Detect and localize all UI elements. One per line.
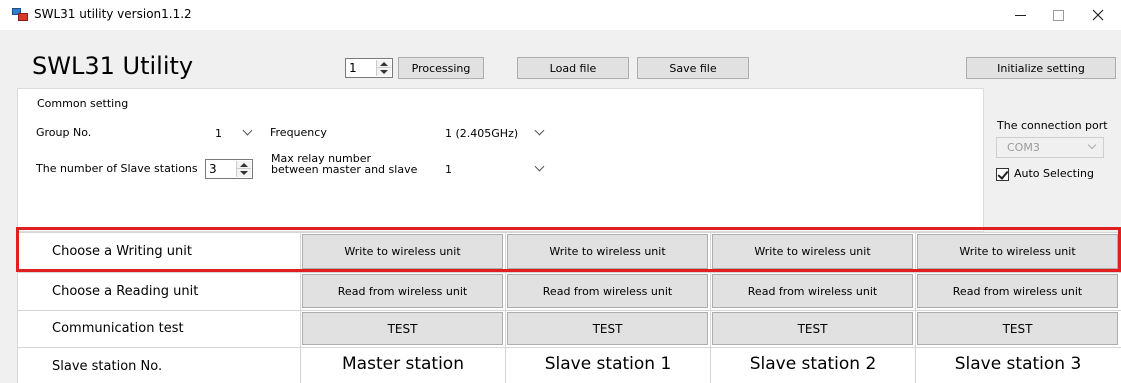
test-button-slave2[interactable]: TEST <box>712 312 913 345</box>
station-name-slave3: Slave station 3 <box>954 354 1082 374</box>
max-relay-value: 1 <box>445 163 452 176</box>
minimize-icon[interactable] <box>1000 3 1040 27</box>
initialize-setting-button[interactable]: Initialize setting <box>966 57 1116 79</box>
maximize-icon[interactable] <box>1038 3 1078 27</box>
connection-port-value: COM3 <box>1007 141 1040 154</box>
unit-number-spinner[interactable]: 1 <box>345 58 393 78</box>
row-separator <box>17 272 1121 273</box>
group-no-label: Group No. <box>36 126 92 139</box>
read-button-slave1[interactable]: Read from wireless unit <box>507 274 708 308</box>
read-button-master[interactable]: Read from wireless unit <box>302 274 503 308</box>
station-row-label: Slave station No. <box>52 359 163 374</box>
frequency-dropdown[interactable]: 1 (2.405GHz) <box>440 123 550 143</box>
test-button-master[interactable]: TEST <box>302 312 503 345</box>
read-row-label: Choose a Reading unit <box>52 284 199 299</box>
write-button-slave1[interactable]: Write to wireless unit <box>507 234 708 269</box>
test-button-slave1[interactable]: TEST <box>507 312 708 345</box>
read-button-slave3[interactable]: Read from wireless unit <box>917 274 1118 308</box>
group-no-value: 1 <box>215 127 222 140</box>
auto-selecting-checkbox[interactable] <box>996 168 1009 181</box>
test-button-slave3[interactable]: TEST <box>917 312 1118 345</box>
window-title: SWL31 utility version1.1.2 <box>34 7 192 21</box>
app-title: SWL31 Utility <box>32 52 194 80</box>
frequency-label: Frequency <box>270 126 327 139</box>
station-name-slave2: Slave station 2 <box>749 354 877 374</box>
auto-selecting-label: Auto Selecting <box>1014 167 1094 180</box>
spinner-arrows-icon[interactable] <box>236 161 251 177</box>
write-button-slave3[interactable]: Write to wireless unit <box>917 234 1118 269</box>
load-file-button[interactable]: Load file <box>517 57 629 79</box>
checkmark-icon <box>997 168 1009 180</box>
chevron-down-icon <box>534 125 545 136</box>
slave-count-label: The number of Slave stations <box>36 162 198 175</box>
spinner-arrows-icon[interactable] <box>376 60 391 76</box>
station-name-slave1: Slave station 1 <box>544 354 672 374</box>
chevron-down-icon <box>1087 140 1097 150</box>
station-name-master: Master station <box>342 354 464 374</box>
max-relay-label-line2: between master and slave <box>271 163 418 176</box>
chevron-down-icon <box>534 161 545 172</box>
app-icon <box>12 8 28 21</box>
row-separator <box>17 347 1121 348</box>
row-separator <box>17 232 1121 233</box>
frequency-value: 1 (2.405GHz) <box>445 127 519 140</box>
slave-count-spinner[interactable]: 3 <box>205 159 253 179</box>
row-separator <box>17 310 1121 311</box>
group-no-dropdown[interactable]: 1 <box>210 123 258 143</box>
grid-border <box>17 232 18 383</box>
connection-port-dropdown[interactable]: COM3 <box>996 137 1104 158</box>
max-relay-label: Max relay number between master and slav… <box>271 153 417 175</box>
save-file-button[interactable]: Save file <box>637 57 749 79</box>
connection-port-label: The connection port <box>997 119 1108 132</box>
chevron-down-icon <box>242 125 253 136</box>
unit-number-value: 1 <box>349 61 357 75</box>
write-button-slave2[interactable]: Write to wireless unit <box>712 234 913 269</box>
read-button-slave2[interactable]: Read from wireless unit <box>712 274 913 308</box>
common-setting-title: Common setting <box>35 97 131 110</box>
test-row-label: Communication test <box>52 321 184 336</box>
processing-button[interactable]: Processing <box>398 57 484 79</box>
close-icon[interactable] <box>1078 3 1118 27</box>
slave-count-value: 3 <box>209 162 217 176</box>
write-row-label: Choose a Writing unit <box>52 244 192 259</box>
write-button-master[interactable]: Write to wireless unit <box>302 234 503 269</box>
max-relay-dropdown[interactable]: 1 <box>440 159 550 179</box>
